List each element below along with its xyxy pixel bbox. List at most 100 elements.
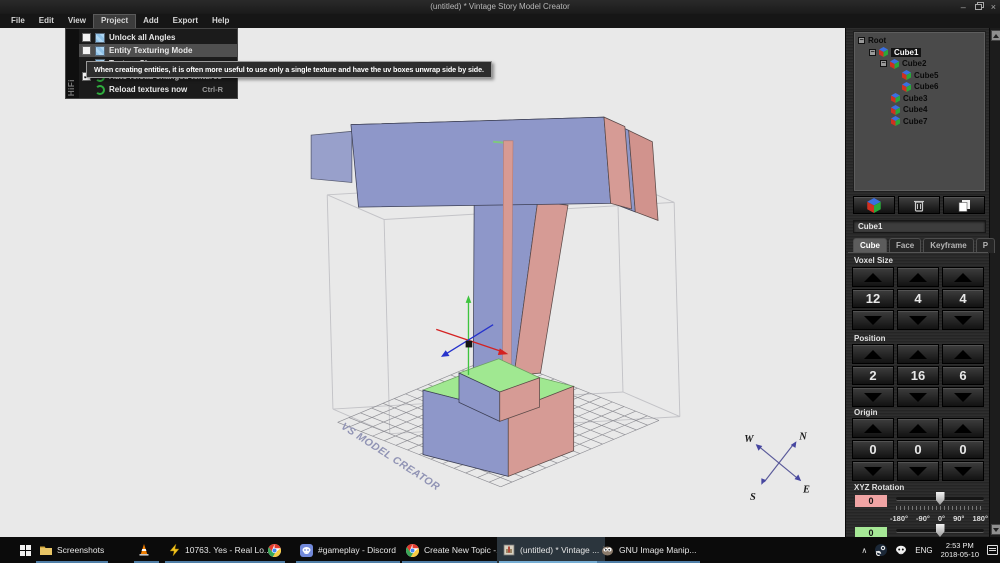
slider-thumb[interactable] (936, 492, 945, 505)
origin-z-up-button[interactable] (942, 418, 984, 438)
menu-skin-strip: HiFi (66, 29, 79, 98)
position-x-up-button[interactable] (852, 344, 894, 364)
taskbar-item-vintage-story-model-creator[interactable]: (untitled) * Vintage ... (497, 537, 605, 563)
origin-y-up-button[interactable] (897, 418, 939, 438)
menu-view[interactable]: View (61, 14, 93, 28)
rotation-y-slider[interactable] (896, 524, 984, 537)
collapse-icon[interactable]: − (880, 60, 887, 67)
slider-thumb[interactable] (936, 524, 945, 537)
voxel-y-up-button[interactable] (897, 267, 939, 287)
tree-item-cube1[interactable]: − Cube1 (856, 47, 983, 59)
origin-z-down-button[interactable] (942, 461, 984, 481)
position-x-down-button[interactable] (852, 387, 894, 407)
tab-face[interactable]: Face (889, 238, 921, 253)
collapse-icon[interactable]: − (858, 37, 865, 44)
voxel-x-value[interactable]: 12 (852, 289, 894, 308)
voxel-x-down-button[interactable] (852, 310, 894, 330)
taskbar-item-discord[interactable]: #gameplay - Discord (294, 537, 402, 563)
menu-export[interactable]: Export (166, 14, 205, 28)
voxel-z-down-button[interactable] (942, 310, 984, 330)
voxel-x-up-button[interactable] (852, 267, 894, 287)
taskbar-item-create-new-topic[interactable]: Create New Topic -... (400, 537, 509, 563)
tab-cube[interactable]: Cube (853, 238, 887, 253)
origin-label: Origin (854, 408, 878, 417)
tree-item-cube7[interactable]: Cube7 (856, 116, 983, 128)
language-indicator[interactable]: ENG (915, 546, 932, 555)
vlc-icon (138, 544, 150, 556)
title-bar: (untitled) * Vintage Story Model Creator… (0, 0, 1000, 14)
menu-project[interactable]: Project (93, 14, 136, 28)
compass-west-label: W (744, 434, 754, 445)
position-y-down-button[interactable] (897, 387, 939, 407)
rotation-x-value[interactable]: 0 (854, 494, 888, 508)
menu-item-reload-textures-now[interactable]: Reload textures now Ctrl-R (79, 83, 237, 96)
voxel-y-value[interactable]: 4 (897, 289, 939, 308)
voxel-z-up-button[interactable] (942, 267, 984, 287)
taskbar-item-gimp[interactable]: GNU Image Manip... (595, 537, 702, 563)
menu-item-unlock-all-angles[interactable]: ✓ Unlock all Angles (79, 31, 237, 44)
origin-z-value[interactable]: 0 (942, 440, 984, 459)
menu-item-entity-texturing-mode[interactable]: ✓ Entity Texturing Mode (79, 44, 237, 57)
compass-north-label: N (798, 431, 807, 442)
taskbar-item-screenshots[interactable]: Screenshots (34, 537, 110, 563)
origin-y-down-button[interactable] (897, 461, 939, 481)
cube-icon (891, 116, 900, 126)
position-z-down-button[interactable] (942, 387, 984, 407)
menu-add[interactable]: Add (136, 14, 166, 28)
delete-cube-button[interactable] (898, 196, 940, 214)
menu-file[interactable]: File (4, 14, 32, 28)
taskbar-item-winamp[interactable]: 10763. Yes - Real Lo... (163, 537, 277, 563)
add-cube-button[interactable] (853, 196, 895, 214)
restore-button[interactable] (975, 4, 982, 10)
close-button[interactable]: × (991, 2, 996, 12)
rotation-y-value[interactable]: 0 (854, 526, 888, 537)
viewport-3d[interactable]: VS MODEL CREATOR (0, 28, 845, 537)
position-y-up-button[interactable] (897, 344, 939, 364)
skin-label: HiFi (67, 79, 76, 96)
origin-x-value[interactable]: 0 (852, 440, 894, 459)
checkbox-unchecked-icon[interactable]: ✓ (82, 46, 91, 55)
panel-scrollbar[interactable] (989, 28, 1000, 537)
tree-item-cube6[interactable]: Cube6 (856, 81, 983, 93)
voxel-z-value[interactable]: 4 (942, 289, 984, 308)
tray-expand-icon[interactable]: ∧ (861, 546, 867, 555)
origin-y-value[interactable]: 0 (897, 440, 939, 459)
position-x-value[interactable]: 2 (852, 366, 894, 385)
taskbar-item-vlc[interactable] (132, 537, 161, 563)
rotation-x-slider[interactable] (896, 492, 984, 508)
position-z-value[interactable]: 6 (942, 366, 984, 385)
discord-tray-icon[interactable] (895, 544, 907, 556)
duplicate-cube-button[interactable] (943, 196, 985, 214)
checkbox-unchecked-icon[interactable]: ✓ (82, 33, 91, 42)
minimize-button[interactable]: – (961, 2, 966, 12)
tree-item-cube4[interactable]: Cube4 (856, 104, 983, 116)
tab-p[interactable]: P (976, 238, 995, 253)
windows-logo-icon (20, 545, 31, 556)
tray-clock[interactable]: 2:53 PM 2018-05-10 (941, 541, 979, 559)
tab-keyframe[interactable]: Keyframe (923, 238, 973, 253)
action-center-icon[interactable] (987, 545, 998, 555)
scroll-down-button[interactable] (991, 524, 1000, 535)
collapse-icon[interactable]: − (869, 49, 876, 56)
taskbar-item-chrome[interactable] (262, 537, 287, 563)
tree-item-root[interactable]: − Root (856, 35, 983, 47)
position-y-value[interactable]: 16 (897, 366, 939, 385)
scroll-up-button[interactable] (991, 30, 1000, 41)
origin-x-down-button[interactable] (852, 461, 894, 481)
menu-bar: File Edit View Project Add Export Help (0, 14, 1000, 28)
steam-icon[interactable] (875, 544, 887, 556)
texture-icon (95, 33, 105, 43)
position-z-up-button[interactable] (942, 344, 984, 364)
cube-name-field[interactable] (853, 220, 986, 233)
voxel-y-down-button[interactable] (897, 310, 939, 330)
property-tabs: Cube Face Keyframe P (853, 238, 995, 253)
folder-icon (40, 545, 52, 555)
menu-edit[interactable]: Edit (32, 14, 61, 28)
tree-item-cube2[interactable]: − Cube2 (856, 58, 983, 70)
origin-x-up-button[interactable] (852, 418, 894, 438)
xyz-rotation-label: XYZ Rotation (854, 483, 904, 492)
tree-item-cube3[interactable]: Cube3 (856, 93, 983, 105)
menu-shortcut: Ctrl-R (202, 85, 233, 94)
tree-item-cube5[interactable]: Cube5 (856, 70, 983, 82)
menu-help[interactable]: Help (205, 14, 236, 28)
